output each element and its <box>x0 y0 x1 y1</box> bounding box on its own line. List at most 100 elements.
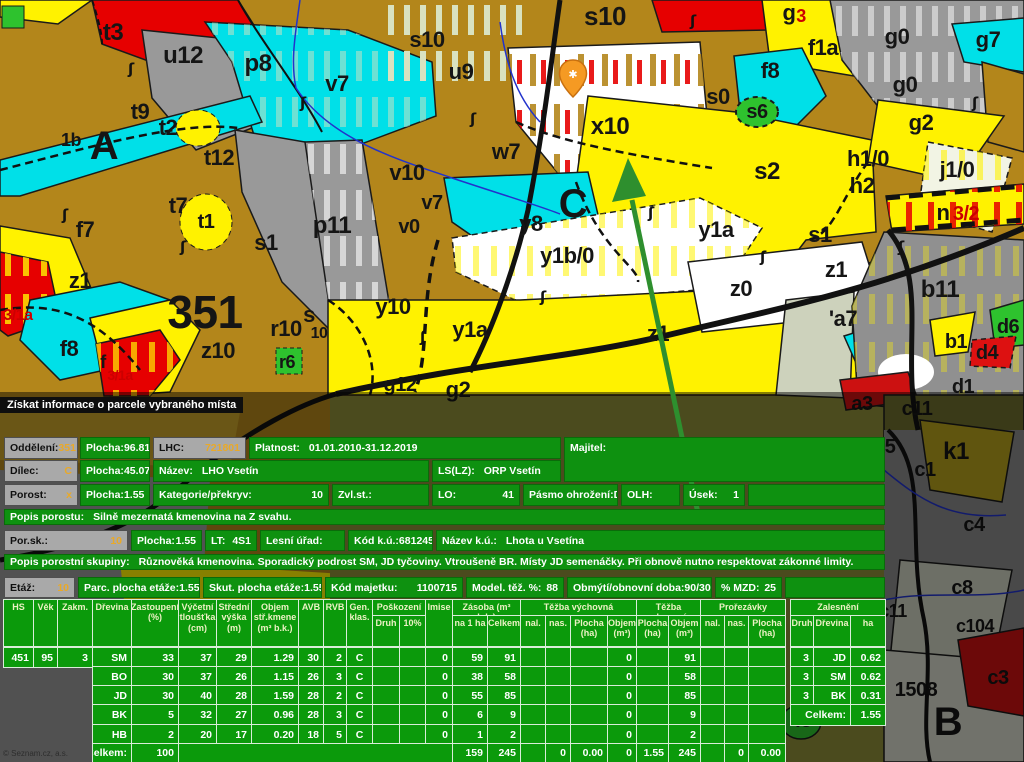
total-zastoupeni: 100 <box>131 743 179 762</box>
field-skut-plocha-etaze: Skut. plocha etáže:1.55 <box>203 577 322 598</box>
total-vychovna <box>520 743 546 762</box>
table-cell <box>748 704 786 726</box>
table-cell <box>700 724 725 745</box>
zalesneni-cell: 0.62 <box>850 647 886 668</box>
table-cell: BO <box>92 666 132 687</box>
table-cell: 85 <box>668 685 701 706</box>
field-platnost: Platnost:01.01.2010-31.12.2019 <box>249 437 561 459</box>
kod-k-u-value: 681245 <box>399 535 433 547</box>
model-tez-value: 88 <box>546 582 558 594</box>
table-cell: 18 <box>298 724 324 745</box>
table-cell: 29 <box>216 647 252 668</box>
table-cell: 0 <box>607 647 637 668</box>
group-header-zasoba-m-b-k: Zásoba (m³ b.k.) <box>452 599 521 616</box>
oddeleni-label: Oddělení: <box>10 442 58 454</box>
table-cell: 58 <box>487 666 521 687</box>
col-header-gen-klas: Gen. klas. <box>346 599 373 647</box>
zalesneni-cell: JD <box>813 647 851 668</box>
total-vychovna: 0.00 <box>570 743 608 762</box>
total-zasoba-celkem: 245 <box>487 743 521 762</box>
table-cell: 55 <box>452 685 488 706</box>
etaz-value: 10 <box>57 582 69 594</box>
parc-plocha-etaze-value: 1.55 <box>179 582 199 594</box>
table-cell: 1.15 <box>251 666 299 687</box>
field-plocha: Plocha:45.07 <box>80 460 150 482</box>
col-header-vycetni-tloustka-cm: Výčetní tloušťka (cm) <box>178 599 217 647</box>
table-cell <box>748 647 786 668</box>
pasmo-ohrozeni-label: Pásmo ohrožení: <box>529 489 614 501</box>
table-cell: HB <box>92 724 132 745</box>
table-cell: 0 <box>607 666 637 687</box>
table-cell <box>545 724 571 745</box>
table-cell <box>724 724 749 745</box>
kategorie-prekryv-label: Kategorie/překryv: <box>159 489 252 501</box>
field-plocha: Plocha:1.55 <box>131 530 202 551</box>
stand-table: HSVěkZakm.DřevinaZastoupení (%)Výčetní t… <box>3 599 785 762</box>
group-header-poskozeni: Poškození <box>372 599 426 616</box>
field-obmyti-obnovni-doba: Obmýtí/obnovní doba:90/30 <box>567 577 712 598</box>
nazev-value: LHO Vsetín <box>202 465 259 477</box>
col-header-zakm: Zakm. <box>57 599 93 647</box>
field-lt: LT:4S1 <box>205 530 257 551</box>
sub-header-nas: nas. <box>545 615 571 647</box>
table-cell <box>700 704 725 726</box>
sub-header-na-1-ha: na 1 ha <box>452 615 488 647</box>
porost-label: Porost: <box>10 489 47 501</box>
table-cell <box>570 724 608 745</box>
obmyti-obnovni-doba-label: Obmýtí/obnovní doba: <box>573 582 684 594</box>
zalesneni-cell: 3 <box>790 685 814 706</box>
table-cell <box>372 704 400 726</box>
field-popis-porostu: Popis porostu:Silně mezernatá kmenovina … <box>4 509 885 525</box>
nazev-label: Název: <box>159 465 193 477</box>
zalesneni-cell: SM <box>813 666 851 687</box>
col-header-rvb: RVB <box>323 599 347 647</box>
table-cell: 1.59 <box>251 685 299 706</box>
field-nazev-k-u: Název k.ú.: Lhota u Vsetína <box>436 530 885 551</box>
col-header-hs: HS <box>3 599 34 647</box>
table-cell <box>636 704 669 726</box>
table-cell: C <box>346 704 373 726</box>
table-cell: 38 <box>452 666 488 687</box>
table-cell: 5 <box>323 724 347 745</box>
table-cell: 37 <box>178 647 217 668</box>
forestry-map-app: ʃʃʃ ʃʃʃ ʃʃʃ ʃʃʃ ✱ t3u12p8v7s10u9s10g3f8f… <box>0 0 1024 762</box>
group-header-tezba-obnovni: Těžba obnovní <box>636 599 701 616</box>
lt-label: LT: <box>211 535 225 547</box>
col-header-drevina: Dřevina <box>92 599 132 647</box>
table-cell <box>700 666 725 687</box>
table-cell <box>520 666 546 687</box>
table-cell <box>636 685 669 706</box>
plocha-label: Plocha: <box>86 489 124 501</box>
total-obnovni: 1.55 <box>636 743 669 762</box>
popis-porostu-label: Popis porostu: <box>10 511 84 523</box>
table-cell: 30 <box>298 647 324 668</box>
table-cell <box>520 724 546 745</box>
majitel-label: Majitel: <box>570 442 606 454</box>
table-cell: 3 <box>57 647 93 668</box>
table-cell <box>724 647 749 668</box>
table-cell: 2 <box>668 724 701 745</box>
field-model-tez: Model. těž. %:88 <box>466 577 564 598</box>
col-header-objem-str-kmene-m-b-k: Objem stř.kmene (m³ b.k.) <box>251 599 299 647</box>
table-cell: 2 <box>131 724 179 745</box>
field-pasmo-ohrozeni: Pásmo ohrožení:D <box>523 484 618 506</box>
lesni-urad-label: Lesní úřad: <box>266 535 323 547</box>
table-cell <box>724 666 749 687</box>
usek-label: Úsek: <box>689 489 718 501</box>
table-cell: 0 <box>425 724 453 745</box>
zalesneni-total-value: 1.55 <box>850 704 886 726</box>
col-header-zastoupeni: Zastoupení (%) <box>131 599 179 647</box>
table-cell: 28 <box>216 685 252 706</box>
nazev-k-u-label: Název k.ú.: <box>442 535 497 547</box>
nazev-k-u-value: Lhota u Vsetína <box>506 535 584 547</box>
table-cell: 26 <box>298 666 324 687</box>
kategorie-prekryv-value: 10 <box>311 489 323 501</box>
field-oddeleni: Oddělení:351 <box>4 437 78 459</box>
total-vychovna: 0 <box>545 743 571 762</box>
table-cell <box>545 704 571 726</box>
plocha-value: 1.55 <box>124 489 144 501</box>
table-cell <box>570 704 608 726</box>
field-lo: LO:41 <box>432 484 520 506</box>
sub-header-objem-m: Objem (m³) <box>607 615 637 647</box>
etaz-label: Etáž: <box>10 582 35 594</box>
